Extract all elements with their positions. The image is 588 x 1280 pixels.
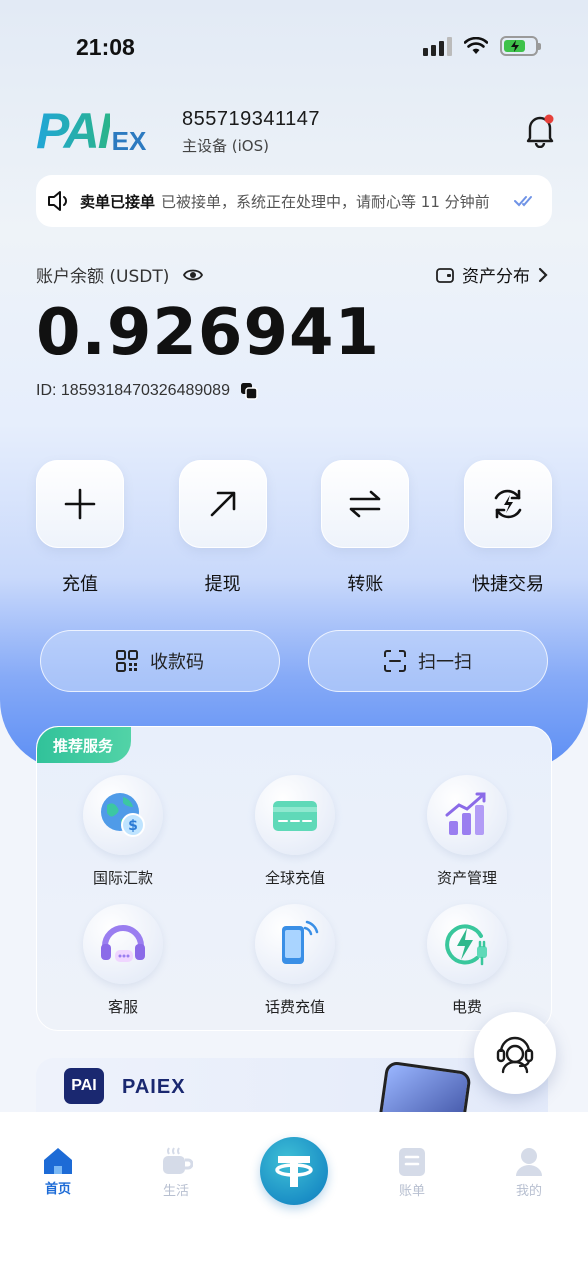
balance-amount: 0.926941 xyxy=(36,296,381,370)
service-electricity[interactable]: 电费 xyxy=(381,904,551,1017)
coffee-cup-icon xyxy=(163,1147,193,1174)
service-international-remittance[interactable]: $ 国际汇款 xyxy=(37,775,209,888)
tab-home[interactable]: 首页 xyxy=(28,1146,88,1197)
service-customer-support[interactable]: 客服 xyxy=(37,904,209,1017)
notice-message: 已被接单，系统正在处理中，请耐心等 11 分钟前 xyxy=(161,192,490,211)
tab-me[interactable]: 我的 xyxy=(499,1146,559,1199)
status-time: 21:08 xyxy=(76,34,135,60)
arrow-up-right-icon xyxy=(178,460,267,548)
wifi-icon xyxy=(464,37,488,54)
swap-arrows-icon xyxy=(321,460,410,548)
action-quick-trade[interactable]: 快捷交易 xyxy=(463,460,552,596)
notice-bar[interactable]: 卖单已接单 已被接单，系统正在处理中，请耐心等 11 分钟前 xyxy=(36,175,552,227)
plus-icon xyxy=(36,460,124,548)
tab-bills[interactable]: 账单 xyxy=(382,1146,442,1199)
user-icon xyxy=(516,1148,542,1176)
header: PAI EX 855719341147 主设备 (iOS) xyxy=(36,106,556,162)
asset-distribution-link[interactable]: 资产分布 xyxy=(436,262,548,287)
action-withdraw[interactable]: 提现 xyxy=(178,460,267,596)
action-transfer[interactable]: 转账 xyxy=(321,460,410,596)
scan-icon xyxy=(384,650,406,672)
scan-button[interactable]: 扫一扫 xyxy=(308,630,548,692)
notice-title: 卖单已接单 xyxy=(80,192,156,211)
chart-growth-icon xyxy=(427,775,507,855)
power-plug-icon xyxy=(427,904,507,984)
services-tag: 推荐服务 xyxy=(37,727,132,763)
tab-bar: 首页 生活 账单 我的 xyxy=(0,1112,588,1280)
service-phone-recharge[interactable]: 话费充值 xyxy=(209,904,381,1017)
app-logo: PAI EX xyxy=(36,103,147,159)
headset-icon xyxy=(83,904,163,984)
quick-exchange-icon xyxy=(463,460,552,548)
eye-icon[interactable] xyxy=(183,267,204,283)
battery-icon xyxy=(500,36,541,56)
speaker-icon xyxy=(48,191,67,211)
device-label: 主设备 (iOS) xyxy=(182,137,269,155)
qr-code-icon xyxy=(116,650,138,672)
balance-label: 账户余额 (USDT) xyxy=(36,267,170,287)
double-check-icon xyxy=(514,196,532,207)
user-id: ID: 1859318470326489089 xyxy=(36,382,230,399)
service-asset-management[interactable]: 资产管理 xyxy=(381,775,551,888)
status-bar: 21:08 xyxy=(0,0,588,95)
services-grid: $ 国际汇款 全球充值 资产管理 客服 话费充值 电费 xyxy=(37,775,551,1017)
tab-usdt-center[interactable] xyxy=(260,1137,328,1205)
bell-icon[interactable] xyxy=(524,112,556,148)
user-id-row: ID: 1859318470326489089 xyxy=(36,382,258,400)
support-agent-icon xyxy=(496,1036,534,1074)
bill-icon xyxy=(399,1148,425,1176)
copy-icon[interactable] xyxy=(240,382,258,400)
action-recharge[interactable]: 充值 xyxy=(36,460,124,596)
balance-label-row: 账户余额 (USDT) xyxy=(36,262,204,287)
svg-text:$: $ xyxy=(128,818,138,834)
receive-code-button[interactable]: 收款码 xyxy=(40,630,280,692)
account-info[interactable]: 855719341147 主设备 (iOS) xyxy=(182,108,320,156)
account-number: 855719341147 xyxy=(182,108,320,130)
service-global-recharge[interactable]: 全球充值 xyxy=(209,775,381,888)
customer-service-fab[interactable] xyxy=(474,1012,556,1094)
cellular-signal-icon xyxy=(423,36,452,56)
banner-logo: PAI xyxy=(64,1068,104,1104)
pill-row: 收款码 扫一扫 xyxy=(40,630,548,692)
asset-distribution-label: 资产分布 xyxy=(462,267,530,287)
status-icons xyxy=(423,36,541,56)
card-icon xyxy=(255,775,335,855)
tab-life[interactable]: 生活 xyxy=(146,1146,206,1199)
wallet-icon xyxy=(436,267,454,283)
quick-actions: 充值 提现 转账 快捷交易 xyxy=(36,460,552,596)
tether-icon xyxy=(275,1156,313,1187)
recommended-services: 推荐服务 $ 国际汇款 全球充值 资产管理 客服 话费充值 电费 xyxy=(36,726,552,1031)
banner-brand: PAIEX xyxy=(122,1076,186,1098)
chevron-right-icon xyxy=(538,267,548,282)
globe-money-icon: $ xyxy=(83,775,163,855)
home-icon xyxy=(44,1148,72,1174)
phone-signal-icon xyxy=(255,904,335,984)
